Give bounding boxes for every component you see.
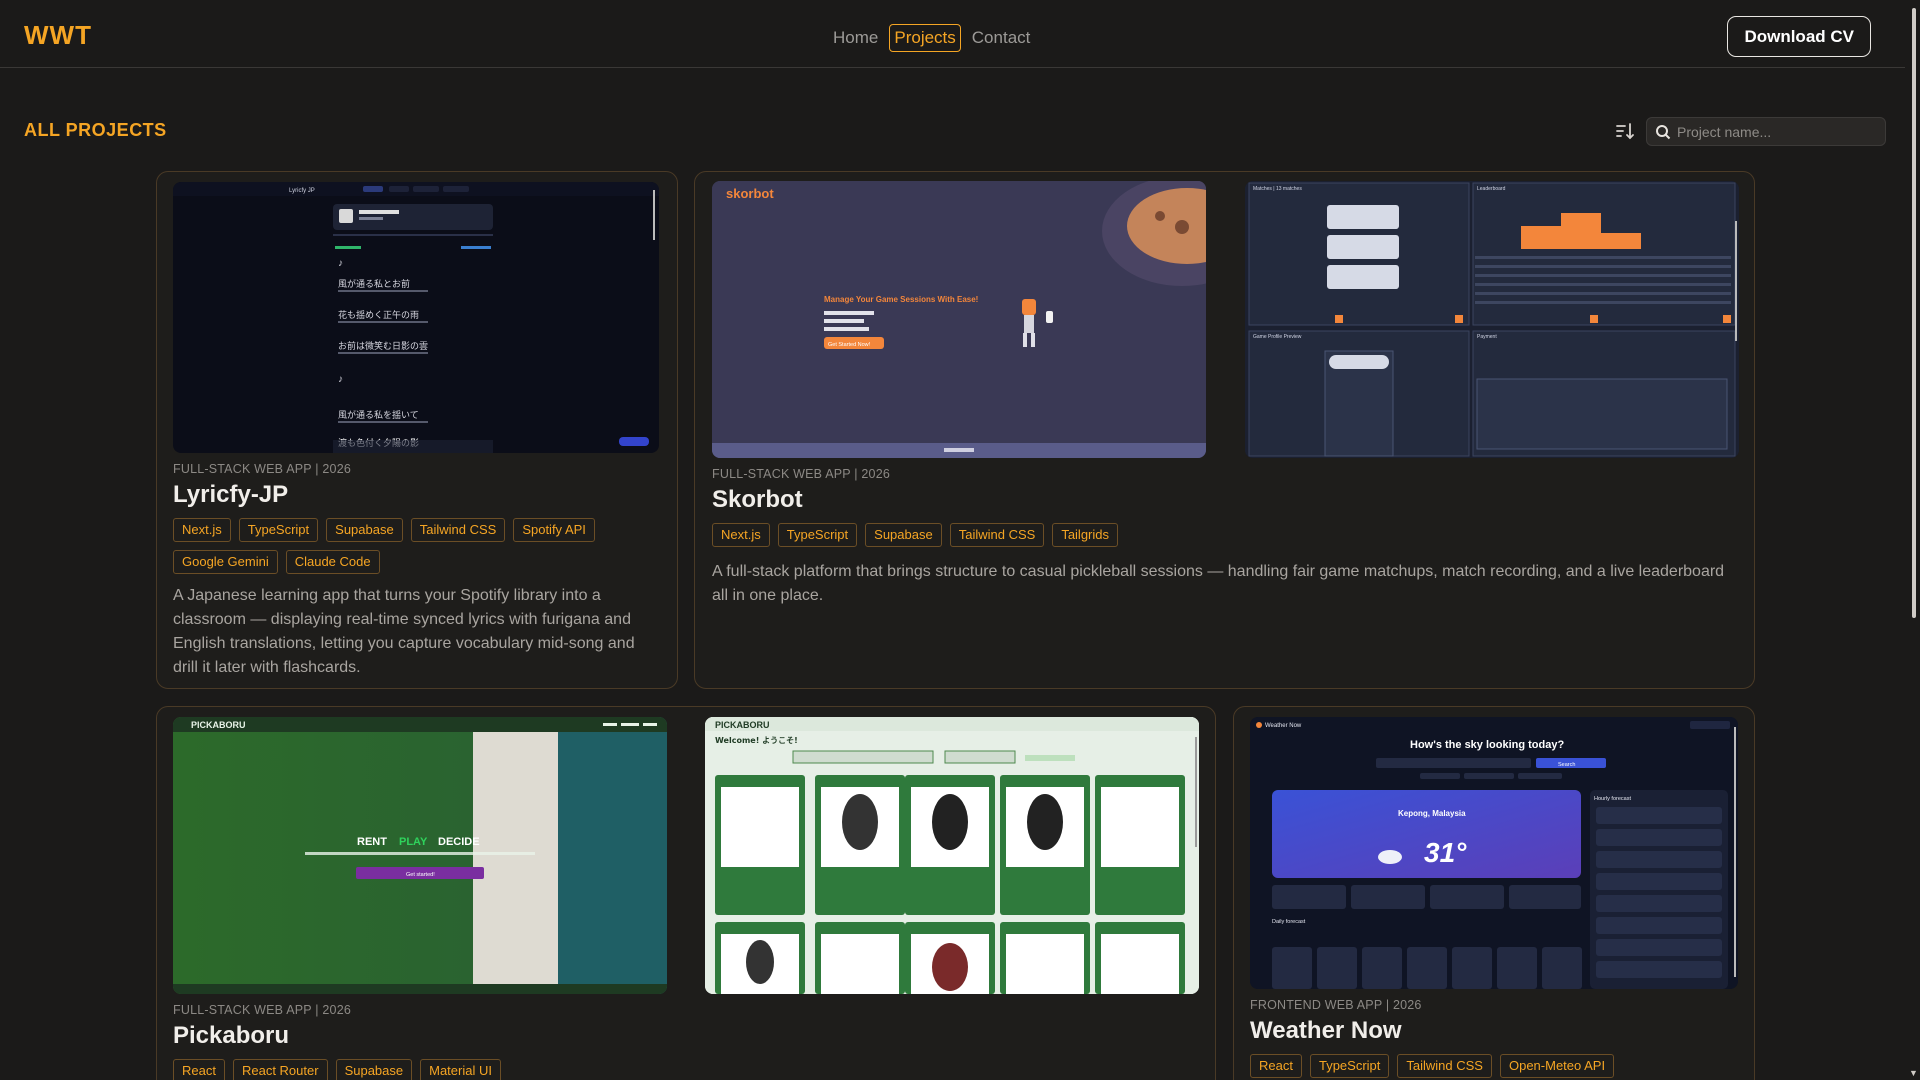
tag: React [1250,1054,1302,1078]
svg-text:PICKABORU: PICKABORU [715,720,770,730]
nav-home[interactable]: Home [828,24,883,52]
svg-text:Kepong, Malaysia: Kepong, Malaysia [1398,809,1466,818]
svg-text:風が通る私を揺いて: 風が通る私を揺いて [338,409,419,421]
sort-icon[interactable] [1614,120,1636,142]
project-card-skorbot[interactable]: skorbot Manage Your Game Sessions With E… [694,171,1755,689]
svg-text:花も揺めく正午の雨: 花も揺めく正午の雨 [338,309,419,321]
project-card-weather-now[interactable]: Weather Now How's the sky looking today?… [1233,706,1755,1080]
tag-list: React React Router Supabase Material UI [173,1059,773,1080]
project-description: A full-stack platform that brings struct… [712,563,1725,604]
project-meta: FULL-STACK WEB APP | 2026 [173,1003,351,1017]
mock-brand: Lyricfy JP [289,188,315,194]
project-title[interactable]: Skorbot [712,486,803,514]
project-meta: FULL-STACK WEB APP | 2026 [712,467,890,481]
section-title: ALL PROJECTS [24,120,167,140]
tag: TypeScript [777,523,858,547]
project-title[interactable]: Weather Now [1250,1017,1402,1045]
project-title[interactable]: Pickaboru [173,1022,289,1050]
tag: Spotify API [513,518,595,542]
project-description: A Japanese learning app that turns your … [173,587,635,676]
project-screenshot: Weather Now How's the sky looking today?… [1250,717,1738,989]
tag: Tailwind CSS [949,523,1045,547]
tag: Next.js [712,523,770,547]
search-input[interactable] [1677,118,1877,145]
svg-text:Search: Search [1558,762,1575,768]
tag-list: Next.js TypeScript Supabase Tailwind CSS… [712,523,1312,547]
svg-text:31°: 31° [1424,837,1467,868]
svg-text:Welcome! ようこそ!: Welcome! ようこそ! [715,736,798,745]
project-screenshot: Lyricfy JP 風が通る私とお前 花も揺めく正午の雨 お前は微笑む日影の雲… [173,182,659,453]
svg-text:Game Profile Preview: Game Profile Preview [1253,334,1302,340]
project-meta: FRONTEND WEB APP | 2026 [1250,998,1422,1012]
project-meta: FULL-STACK WEB APP | 2026 [173,462,351,476]
project-card-pickaboru[interactable]: PICKABORU RENT PLAY DECIDE Get started! … [156,706,1216,1080]
svg-text:♪: ♪ [338,258,343,269]
top-header: WWT Home Projects Contact Download CV [0,0,1905,68]
svg-text:How's the sky looking today?: How's the sky looking today? [1410,739,1564,751]
tag: Tailwind CSS [1397,1054,1492,1078]
svg-text:Hourly forecast: Hourly forecast [1594,796,1631,802]
page-scrollbar[interactable]: ▼ [1908,0,1920,1080]
tag: Tailgrids [1052,523,1118,547]
svg-text:Payment: Payment [1477,334,1497,340]
svg-text:Matches | 13 matches: Matches | 13 matches [1253,186,1302,192]
svg-text:Get started!: Get started! [406,872,435,878]
svg-text:お前は微笑む日影の雲: お前は微笑む日影の雲 [338,340,428,352]
tag: Next.js [173,518,231,542]
svg-text:Leaderboard: Leaderboard [1477,186,1506,192]
nav-projects[interactable]: Projects [889,24,961,52]
main-nav: Home Projects Contact [828,24,1035,52]
tag: Material UI [420,1059,501,1080]
svg-text:Get Started Now!: Get Started Now! [828,342,871,348]
tag-list: Next.js TypeScript Supabase Tailwind CSS… [173,518,643,574]
tag: Claude Code [285,550,380,574]
tag: Open-Meteo API [1499,1054,1615,1078]
tag: Supabase [326,518,403,542]
svg-text:PICKABORU: PICKABORU [191,720,246,730]
site-logo[interactable]: WWT [24,20,92,51]
project-title[interactable]: Lyricfy-JP [173,481,288,509]
tag: Supabase [865,523,942,547]
svg-text:Manage Your Game Sessions With: Manage Your Game Sessions With Ease! [824,295,978,304]
tag: TypeScript [1309,1054,1390,1078]
project-card-lyricfy[interactable]: Lyricfy JP 風が通る私とお前 花も揺めく正午の雨 お前は微笑む日影の雲… [156,171,678,689]
svg-text:Weather Now: Weather Now [1265,723,1302,729]
svg-text:PLAY: PLAY [399,836,428,848]
tag: React Router [232,1059,328,1080]
svg-text:Daily forecast: Daily forecast [1272,919,1306,925]
download-cv-button[interactable]: Download CV [1727,16,1871,57]
svg-text:DECIDE: DECIDE [438,836,480,848]
svg-text:skorbot: skorbot [726,186,774,201]
project-screenshot: skorbot Manage Your Game Sessions With E… [712,181,1206,458]
tag: Google Gemini [173,550,278,574]
nav-contact[interactable]: Contact [967,24,1036,52]
svg-text:♪: ♪ [338,374,343,385]
search-icon [1656,125,1671,140]
svg-text:RENT: RENT [357,836,387,848]
project-search [1646,117,1886,146]
scroll-down-icon[interactable]: ▼ [1909,1068,1918,1078]
project-screenshot: Matches | 13 matches Leaderboard Game Pr… [1245,181,1739,458]
svg-text:風が通る私とお前: 風が通る私とお前 [338,278,410,290]
tag: TypeScript [238,518,319,542]
tag: React [173,1059,225,1080]
tag-list: React TypeScript Tailwind CSS Open-Meteo… [1250,1054,1740,1078]
scrollbar-thumb[interactable] [1912,8,1916,618]
tag: Supabase [335,1059,413,1080]
project-screenshot: PICKABORU RENT PLAY DECIDE Get started! [173,717,667,994]
project-screenshot: PICKABORU Welcome! ようこそ! [705,717,1199,994]
tag: Tailwind CSS [410,518,506,542]
